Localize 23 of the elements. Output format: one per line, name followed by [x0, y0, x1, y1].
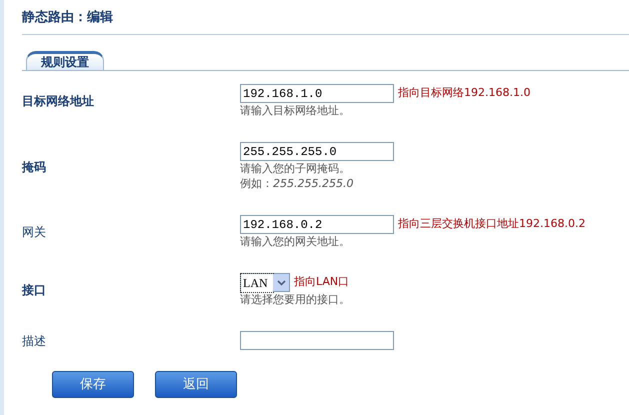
hint-text: 请输入您的子网掩码。: [240, 161, 351, 176]
hint-text: 请输入目标网络地址。: [240, 103, 351, 118]
note: 指向三层交换机接口地址192.168.0.2: [398, 216, 586, 232]
field-label: 接口: [22, 282, 47, 299]
note: 指向目标网络192.168.1.0: [398, 85, 530, 102]
input-field[interactable]: 192.168.0.2: [240, 215, 394, 234]
field-label: 描述: [22, 332, 47, 350]
hint-text: 例如：255.255.255.0: [240, 176, 354, 191]
interface-select[interactable]: LAN: [240, 273, 290, 292]
page-title: 静态路由：编辑: [22, 0, 629, 35]
chevron-down-icon: [273, 274, 289, 291]
input-field[interactable]: [240, 331, 394, 350]
field-label: 目标网络地址: [22, 93, 95, 110]
input-field[interactable]: 192.168.1.0: [240, 84, 394, 103]
field-label: 掩码: [22, 158, 47, 176]
hint-text: 请选择您要用的接口。: [240, 292, 350, 307]
hint-text: 请输入您的网关地址。: [240, 234, 351, 249]
field-label: 网关: [22, 224, 47, 241]
input-field[interactable]: 255.255.255.0: [240, 142, 394, 161]
form-button[interactable]: 返回: [155, 371, 237, 398]
form-button[interactable]: 保存: [52, 371, 134, 398]
note: 指向LAN口: [294, 274, 350, 290]
tab[interactable]: 规则设置: [26, 51, 104, 70]
